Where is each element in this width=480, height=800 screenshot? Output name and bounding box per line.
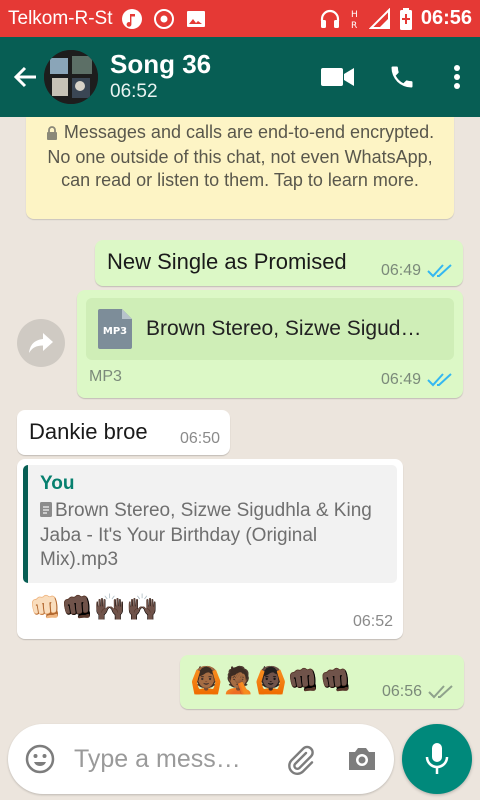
message-emoji: 👊🏻👊🏿🙌🏿🙌🏿	[29, 593, 159, 623]
document-name: Brown Stereo, Sizwe Sigud…	[146, 317, 422, 340]
message-outgoing-document[interactable]: MP3 Brown Stereo, Sizwe Sigud… MP3 06:49	[77, 290, 463, 398]
message-time: 06:56	[381, 683, 422, 700]
quote-author: You	[40, 473, 75, 494]
quote-body: Brown Stereo, Sizwe Sigudhla & King Jaba…	[40, 499, 385, 572]
more-options-icon[interactable]	[434, 47, 480, 107]
svg-text:R: R	[351, 21, 357, 31]
mp3-file-icon: MP3	[98, 309, 132, 349]
document-attachment[interactable]: MP3 Brown Stereo, Sizwe Sigud…	[86, 298, 454, 360]
svg-text:H: H	[351, 10, 358, 20]
voice-call-icon[interactable]	[370, 47, 434, 107]
lock-icon	[46, 123, 58, 146]
network-type-icon: HR	[349, 8, 361, 31]
message-outgoing[interactable]: 🙆🏾🤦🏾🙆🏿👊🏿👊🏿 06:56	[180, 655, 464, 709]
svg-text:MP3: MP3	[103, 326, 127, 337]
read-ticks-icon	[427, 263, 453, 279]
message-time: 06:49	[380, 262, 421, 279]
contact-avatar[interactable]	[44, 50, 98, 104]
forward-icon	[29, 333, 53, 353]
back-arrow-icon[interactable]	[8, 60, 42, 94]
contact-name: Song 36	[110, 49, 212, 79]
status-bar: Telkom-R-St HR 06:56	[0, 0, 480, 37]
app-notification-icon	[153, 8, 175, 30]
read-ticks-icon	[427, 372, 453, 388]
message-time: 06:52	[352, 613, 393, 630]
attach-icon[interactable]	[280, 739, 320, 779]
video-call-icon[interactable]	[306, 47, 370, 107]
delivered-ticks-icon	[428, 684, 454, 700]
encryption-notice[interactable]: Messages and calls are end-to-end encryp…	[26, 117, 454, 219]
camera-icon[interactable]	[342, 739, 382, 779]
headphones-icon	[319, 8, 341, 30]
encryption-text: Messages and calls are end-to-end encryp…	[47, 122, 435, 190]
message-time: 06:49	[380, 371, 421, 388]
message-input[interactable]	[74, 744, 254, 774]
last-seen: 06:52	[110, 81, 158, 102]
message-time: 06:50	[179, 430, 220, 447]
voice-message-button[interactable]	[402, 724, 472, 794]
forward-button[interactable]	[17, 319, 65, 367]
chat-header: Song 36 06:52	[0, 37, 480, 117]
carrier-name: Telkom-R-St	[8, 7, 113, 29]
music-icon	[121, 8, 143, 30]
microphone-icon	[425, 743, 449, 774]
message-composer	[8, 724, 394, 794]
signal-icon	[368, 7, 391, 30]
message-incoming[interactable]: Dankie broe 06:50	[17, 410, 230, 455]
quote-text: Brown Stereo, Sizwe Sigudhla & King Jaba…	[40, 500, 372, 570]
document-icon	[40, 500, 52, 524]
quoted-message[interactable]: You Brown Stereo, Sizwe Sigudhla & King …	[23, 465, 397, 583]
document-type: MP3	[89, 368, 122, 385]
message-emoji: 🙆🏾🤦🏾🙆🏿👊🏿👊🏿	[190, 666, 352, 696]
emoji-icon[interactable]	[20, 739, 60, 779]
message-outgoing[interactable]: New Single as Promised 06:49	[95, 240, 463, 286]
message-list[interactable]: Messages and calls are end-to-end encryp…	[0, 117, 480, 722]
message-text: New Single as Promised	[107, 249, 347, 274]
status-time: 06:56	[420, 7, 472, 29]
battery-icon	[399, 7, 413, 30]
image-icon	[185, 8, 207, 30]
message-text: Dankie broe	[29, 419, 148, 444]
contact-info[interactable]: Song 36 06:52	[110, 49, 211, 105]
message-incoming-reply[interactable]: You Brown Stereo, Sizwe Sigudhla & King …	[17, 459, 403, 639]
